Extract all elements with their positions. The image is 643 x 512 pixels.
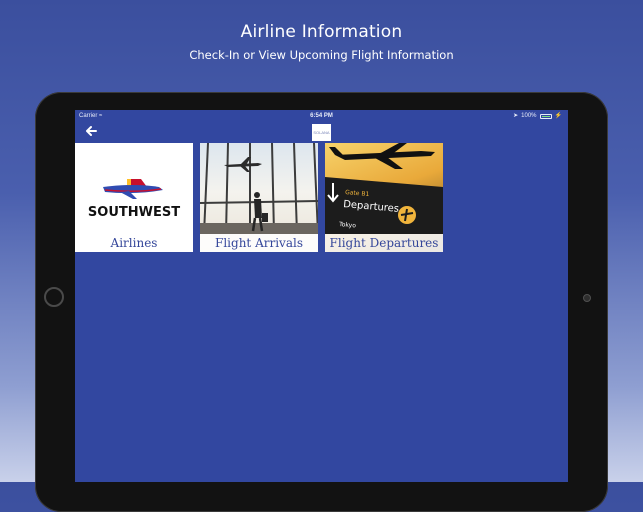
back-arrow-icon — [86, 126, 97, 136]
home-button[interactable] — [44, 287, 64, 307]
charging-icon: ⚡ — [554, 113, 562, 119]
app-logo: SOLANA — [312, 124, 331, 141]
tile-flight-arrivals[interactable]: Flight Arrivals — [200, 143, 318, 252]
status-bar: Carrier ≈ 6:54 PM ➤ 100% ⚡ — [75, 110, 568, 122]
battery-percent: 100% — [521, 113, 537, 119]
nav-bar: SOLANA — [75, 122, 568, 143]
promo-title: Airline Information — [240, 22, 403, 42]
airport-window-image — [200, 143, 318, 234]
location-icon: ➤ — [513, 113, 519, 119]
tile-grid: SOUTHWEST Airlines Flight Arrivals Gate … — [75, 143, 443, 252]
tile-label-airlines: Airlines — [75, 234, 193, 252]
southwest-logo: SOUTHWEST — [88, 179, 180, 220]
promo-subtitle: Check-In or View Upcoming Flight Informa… — [189, 48, 454, 62]
app-screen: Carrier ≈ 6:54 PM ➤ 100% ⚡ SOLANA SOUTHW… — [75, 110, 568, 482]
tile-flight-departures[interactable]: Gate B1 Departures Tokyo Flight Departur… — [325, 143, 443, 252]
tile-label-arrivals: Flight Arrivals — [200, 234, 318, 252]
tile-airlines[interactable]: SOUTHWEST Airlines — [75, 143, 193, 252]
southwest-wordmark: SOUTHWEST — [88, 205, 180, 220]
battery-icon — [539, 113, 552, 119]
status-time: 6:54 PM — [310, 113, 333, 119]
back-button[interactable] — [85, 125, 99, 139]
status-right: ➤ 100% ⚡ — [513, 110, 562, 122]
departures-board-image: Gate B1 Departures Tokyo — [325, 143, 443, 234]
tile-label-departures: Flight Departures — [325, 234, 443, 252]
camera-icon — [583, 294, 591, 302]
